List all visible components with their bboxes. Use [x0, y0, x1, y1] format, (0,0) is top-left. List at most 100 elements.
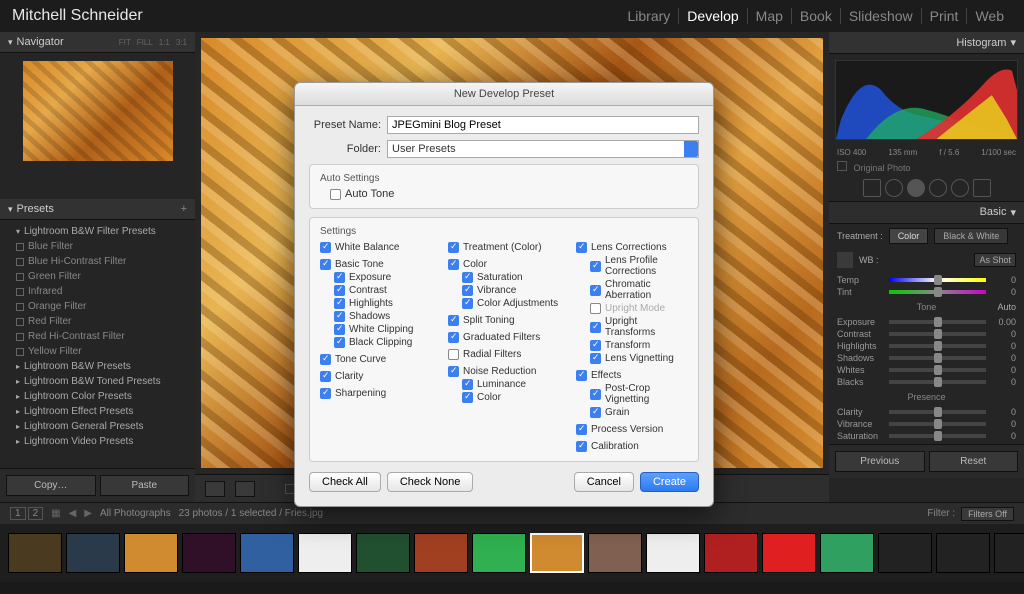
setting-item[interactable]: Lens Vignetting	[576, 352, 688, 365]
module-print[interactable]: Print	[922, 8, 968, 24]
slider-blacks[interactable]: Blacks0	[837, 376, 1016, 388]
preset-item[interactable]: Red Hi-Contrast Filter	[0, 329, 195, 344]
setting-item[interactable]: Shadows	[320, 310, 432, 323]
spot-tool-icon[interactable]	[885, 179, 903, 197]
filmstrip-thumb[interactable]	[646, 533, 700, 573]
setting-checkbox[interactable]	[590, 261, 601, 272]
setting-item[interactable]: Radial Filters	[448, 348, 560, 361]
setting-item[interactable]: Color Adjustments	[448, 297, 560, 310]
slider-saturation[interactable]: Saturation0	[837, 430, 1016, 442]
filmstrip-thumb[interactable]	[820, 533, 874, 573]
grad-filter-icon[interactable]	[929, 179, 947, 197]
preset-group[interactable]: Lightroom B&W Toned Presets	[0, 374, 195, 389]
slider-exposure[interactable]: Exposure0.00	[837, 316, 1016, 328]
setting-item[interactable]: Color	[448, 258, 560, 271]
reset-button[interactable]: Reset	[929, 451, 1019, 472]
filmstrip-thumb[interactable]	[994, 533, 1024, 573]
zoom-FILL[interactable]: FILL	[137, 38, 153, 47]
histogram[interactable]	[835, 60, 1018, 140]
setting-checkbox[interactable]	[334, 324, 345, 335]
filter-select[interactable]: Filters Off	[961, 507, 1014, 521]
paste-button[interactable]: Paste	[100, 475, 190, 496]
setting-checkbox[interactable]	[590, 389, 601, 400]
setting-checkbox[interactable]	[462, 298, 473, 309]
zoom-FIT[interactable]: FIT	[119, 38, 131, 47]
wb-select[interactable]: As Shot	[974, 253, 1016, 267]
filmstrip[interactable]	[0, 524, 1024, 582]
slider-vibrance[interactable]: Vibrance0	[837, 418, 1016, 430]
setting-checkbox[interactable]	[448, 259, 459, 270]
preset-item[interactable]: Blue Hi-Contrast Filter	[0, 254, 195, 269]
setting-item[interactable]: Sharpening	[320, 387, 432, 400]
preset-item[interactable]: Infrared	[0, 284, 195, 299]
setting-item[interactable]: Split Toning	[448, 314, 560, 327]
create-button[interactable]: Create	[640, 472, 699, 492]
preset-item[interactable]: Orange Filter	[0, 299, 195, 314]
setting-item[interactable]: Basic Tone	[320, 258, 432, 271]
setting-checkbox[interactable]	[334, 272, 345, 283]
previous-button[interactable]: Previous	[835, 451, 925, 472]
setting-item[interactable]: Clarity	[320, 370, 432, 383]
auto-tone-checkbox[interactable]	[330, 189, 341, 200]
filmstrip-thumb[interactable]	[66, 533, 120, 573]
filmstrip-thumb[interactable]	[762, 533, 816, 573]
slider-clarity[interactable]: Clarity0	[837, 406, 1016, 418]
setting-checkbox[interactable]	[590, 407, 601, 418]
setting-checkbox[interactable]	[462, 285, 473, 296]
slider-temp[interactable]: Temp0	[837, 274, 1016, 286]
radial-filter-icon[interactable]	[951, 179, 969, 197]
navigator-preview[interactable]	[23, 61, 173, 161]
setting-checkbox[interactable]	[334, 285, 345, 296]
preset-group[interactable]: Lightroom B&W Presets	[0, 359, 195, 374]
preset-item[interactable]: Yellow Filter	[0, 344, 195, 359]
setting-checkbox[interactable]	[462, 379, 473, 390]
module-slideshow[interactable]: Slideshow	[841, 8, 922, 24]
check-all-button[interactable]: Check All	[309, 472, 381, 492]
setting-item[interactable]: Tone Curve	[320, 353, 432, 366]
setting-item[interactable]: Lens Profile Corrections	[576, 254, 688, 278]
setting-item[interactable]: Graduated Filters	[448, 331, 560, 344]
treatment-bw[interactable]: Black & White	[934, 228, 1008, 244]
setting-checkbox[interactable]	[320, 354, 331, 365]
setting-checkbox[interactable]	[590, 285, 601, 296]
check-none-button[interactable]: Check None	[387, 472, 474, 492]
loupe-view-icon[interactable]	[205, 481, 225, 497]
original-photo-checkbox[interactable]	[837, 161, 847, 171]
before-after-icon[interactable]	[235, 481, 255, 497]
cancel-button[interactable]: Cancel	[574, 472, 634, 492]
setting-checkbox[interactable]	[448, 315, 459, 326]
setting-item[interactable]: Grain	[576, 406, 688, 419]
preset-name-input[interactable]	[387, 116, 699, 134]
setting-checkbox[interactable]	[320, 259, 331, 270]
auto-tone-link[interactable]: Auto	[997, 302, 1016, 312]
back-icon[interactable]: ◀	[69, 508, 77, 519]
setting-item[interactable]: Saturation	[448, 271, 560, 284]
setting-checkbox[interactable]	[576, 242, 587, 253]
grid-2[interactable]: 2	[28, 507, 44, 520]
preset-group[interactable]: Lightroom General Presets	[0, 419, 195, 434]
filmstrip-thumb[interactable]	[356, 533, 410, 573]
slider-tint[interactable]: Tint0	[837, 286, 1016, 298]
filmstrip-thumb[interactable]	[704, 533, 758, 573]
setting-checkbox[interactable]	[448, 332, 459, 343]
filmstrip-thumb[interactable]	[414, 533, 468, 573]
setting-item[interactable]: Noise Reduction	[448, 365, 560, 378]
setting-item[interactable]: Process Version	[576, 423, 688, 436]
copy-button[interactable]: Copy…	[6, 475, 96, 496]
setting-checkbox[interactable]	[448, 242, 459, 253]
setting-checkbox[interactable]	[334, 337, 345, 348]
setting-checkbox[interactable]	[590, 340, 601, 351]
add-preset-icon[interactable]: +	[181, 203, 187, 215]
brush-tool-icon[interactable]	[973, 179, 991, 197]
folder-select[interactable]: User Presets	[387, 140, 699, 158]
setting-item[interactable]: Luminance	[448, 378, 560, 391]
histogram-header[interactable]: Histogram▾	[829, 32, 1024, 54]
setting-checkbox[interactable]	[576, 424, 587, 435]
presets-header[interactable]: ▾ Presets +	[0, 199, 195, 220]
preset-group[interactable]: Lightroom Color Presets	[0, 389, 195, 404]
setting-checkbox[interactable]	[448, 349, 459, 360]
filmstrip-thumb[interactable]	[588, 533, 642, 573]
setting-checkbox[interactable]	[320, 242, 331, 253]
filmstrip-thumb[interactable]	[530, 533, 584, 573]
source-label[interactable]: All Photographs	[100, 508, 171, 519]
